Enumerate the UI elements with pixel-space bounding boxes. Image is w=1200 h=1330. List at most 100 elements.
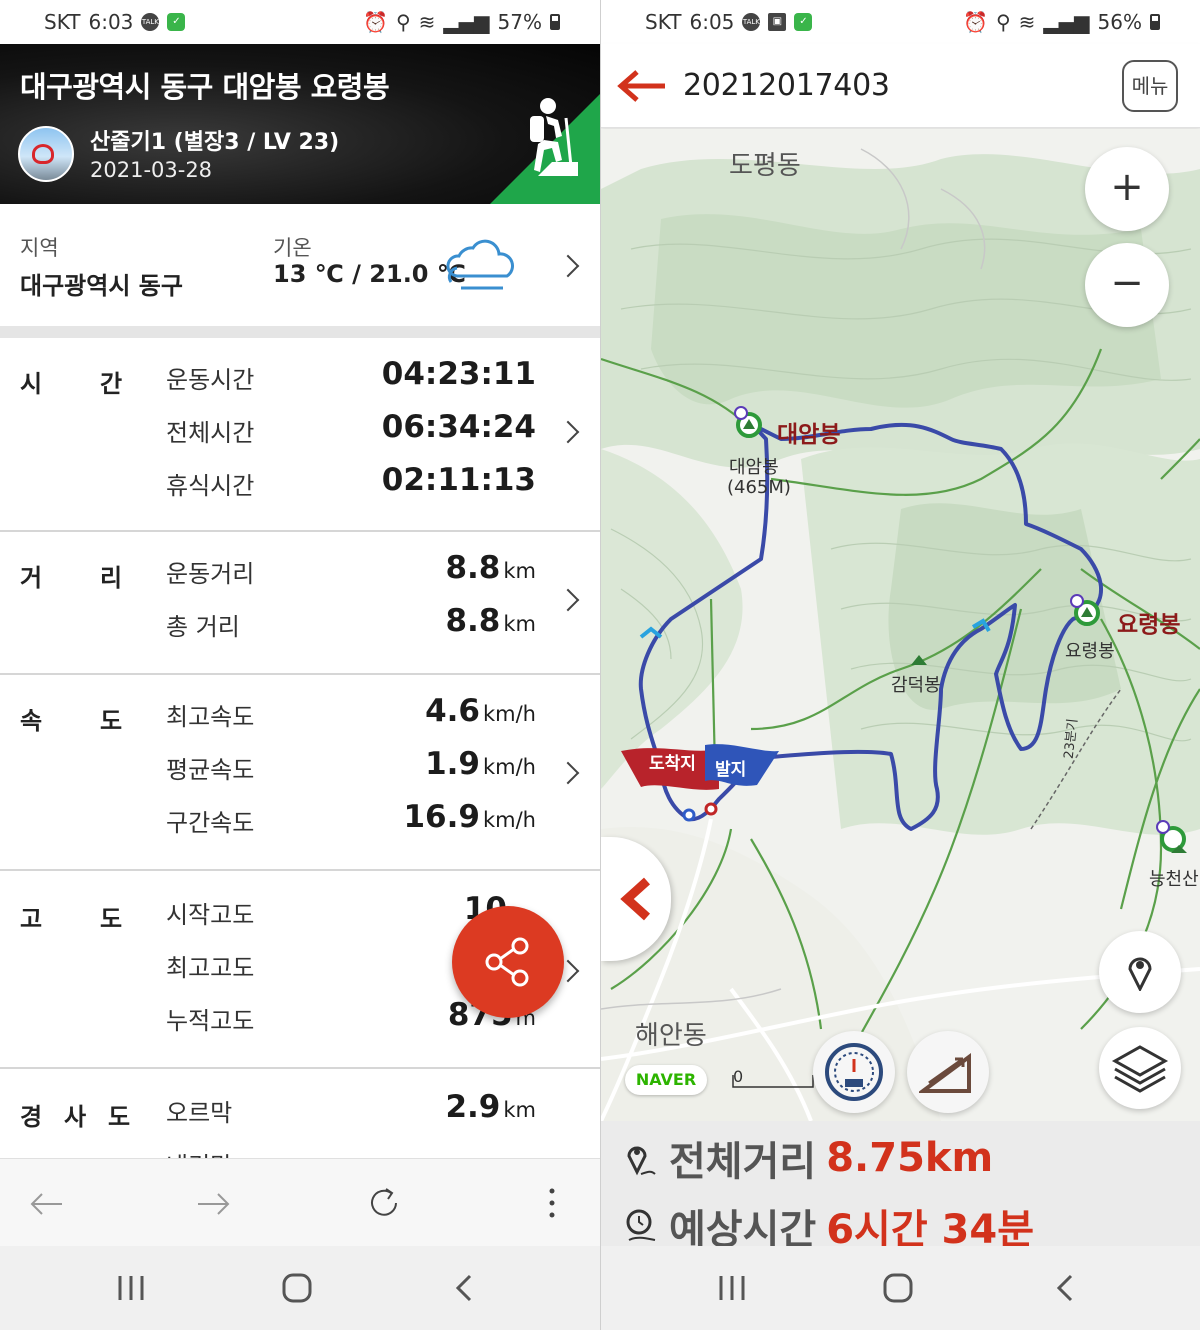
stat-value: 8.8 km: [445, 550, 536, 586]
home-icon[interactable]: [280, 1272, 314, 1304]
stat-label: 누적고도: [166, 1007, 255, 1035]
location-icon: ⚲: [395, 10, 411, 34]
stat-label: 오르막: [166, 1099, 233, 1127]
app-leaf-icon: ✓: [794, 13, 813, 31]
battery-icon: [550, 14, 560, 30]
share-icon: [485, 937, 529, 987]
divider: [0, 326, 600, 338]
stat-label: 휴식시간: [166, 472, 255, 500]
route-pin-icon: [627, 1146, 656, 1176]
map-layers-button[interactable]: [1099, 1027, 1181, 1109]
wifi-icon: ≋: [1018, 10, 1036, 34]
avatar[interactable]: [18, 126, 74, 182]
region-value: 대구광역시 동구: [20, 272, 183, 300]
total-distance-value: 8.75km: [826, 1135, 994, 1181]
stat-label: 전체시간: [166, 419, 255, 447]
area-label: 해안동: [635, 1021, 707, 1051]
stat-value: 1.9 km/h: [425, 746, 536, 782]
zoom-in-button[interactable]: +: [1085, 147, 1169, 231]
stat-label: 평균속도: [166, 756, 255, 784]
stat-label: 운동거리: [166, 560, 255, 588]
peak-name: 대암봉: [729, 457, 779, 478]
section-speed[interactable]: 속 도 최고속도 4.6 km/h 평균속도 1.9 km/h 구간속도 16.9 km/h: [0, 675, 600, 871]
left-screen: SKT 6:03 TALK ✓ ⏰ ⚲ ≋ ▂▄▆ 57% 대구광역시 동구 대…: [0, 0, 600, 1330]
user-level: 산줄기1 (별장3 / LV 23): [90, 130, 340, 155]
total-distance-label: 전체거리: [669, 1139, 817, 1185]
zoom-out-button[interactable]: −: [1085, 243, 1169, 327]
naver-logo: NAVER: [625, 1065, 707, 1095]
stat-value: 02:11:13: [381, 462, 536, 498]
stat-value: 4.6 km/h: [425, 693, 536, 729]
alarm-icon: ⏰: [963, 10, 988, 34]
cloud-icon: [446, 239, 514, 290]
signal-icon: ▂▄▆: [1043, 10, 1090, 34]
hike-date: 2021-03-28: [90, 158, 213, 182]
peak-label: 대암봉: [777, 422, 841, 448]
clock-pin-icon: [626, 1209, 656, 1241]
stat-value: 8.8 km: [445, 603, 536, 639]
stat-value: 16.9 km/h: [403, 799, 536, 835]
peak-label: 요령봉: [1117, 612, 1181, 638]
status-bar: SKT 6:05 TALK ▣ ✓ ⏰ ⚲ ≋ ▂▄▆ 56%: [601, 0, 1200, 44]
my-location-button[interactable]: [1099, 931, 1181, 1013]
battery-icon: [1150, 14, 1160, 30]
carrier-text: SKT: [645, 10, 682, 34]
route-map[interactable]: 도평동 해안동 대암봉 대암봉 (465M) 요령봉 요령봉 감덕봉 능천산 2…: [601, 129, 1200, 1121]
track-id-title: 20212017403: [683, 68, 890, 103]
back-icon[interactable]: [1049, 1272, 1083, 1304]
speedometer-button[interactable]: [813, 1031, 895, 1113]
scale-bar-label: 0: [733, 1067, 744, 1086]
departure-flag-label: 발지: [715, 760, 747, 780]
stat-value: 06:34:24: [381, 409, 536, 445]
region-weather-row[interactable]: 지역 대구광역시 동구 기온 13 ℃ / 21.0 ℃: [0, 204, 600, 326]
system-nav-bar: [601, 1246, 1200, 1330]
gallery-icon: ▣: [768, 13, 787, 31]
carrier-text: SKT: [44, 10, 81, 34]
share-button[interactable]: [452, 906, 564, 1018]
hiker-icon: [530, 98, 578, 177]
battery-percent: 57%: [497, 10, 542, 34]
layers-icon: [1111, 1045, 1169, 1093]
stat-value: 2.9 km: [445, 1089, 536, 1125]
forward-arrow-icon[interactable]: [196, 1189, 232, 1219]
recent-apps-icon[interactable]: [114, 1272, 148, 1304]
stat-label: 최고고도: [166, 954, 255, 982]
status-bar: SKT 6:03 TALK ✓ ⏰ ⚲ ≋ ▂▄▆ 57%: [0, 0, 600, 44]
stat-label: 시작고도: [166, 901, 255, 929]
slope-icon: [919, 1053, 971, 1093]
back-icon[interactable]: [448, 1272, 482, 1304]
kakaotalk-icon: TALK: [141, 13, 160, 31]
back-arrow-icon[interactable]: [615, 68, 667, 104]
temperature-value: 13 ℃ / 21.0 ℃: [273, 260, 466, 288]
arrival-flag-label: 도착지: [649, 754, 696, 774]
chevron-left-icon: [620, 877, 651, 921]
peak-name: 감덕봉: [891, 675, 941, 696]
signal-icon: ▂▄▆: [443, 10, 490, 34]
peak-elevation: (465M): [727, 477, 791, 498]
section-time[interactable]: 시 간 운동시간 04:23:11 전체시간 06:34:24 휴식시간 02:11:…: [0, 338, 600, 532]
home-icon[interactable]: [881, 1272, 915, 1304]
kakaotalk-icon: TALK: [742, 13, 761, 31]
battery-percent: 56%: [1097, 10, 1142, 34]
stat-label: 총 거리: [166, 613, 240, 641]
back-arrow-icon[interactable]: [28, 1189, 64, 1219]
region-label: 지역: [20, 236, 59, 260]
stat-label: 구간속도: [166, 809, 255, 837]
browser-toolbar: [0, 1158, 600, 1246]
chevron-right-icon: [556, 254, 580, 278]
wifi-icon: ≋: [418, 10, 436, 34]
more-options-icon[interactable]: [544, 1185, 560, 1221]
refresh-icon[interactable]: [364, 1183, 404, 1223]
temperature-label: 기온: [273, 236, 312, 260]
section-distance[interactable]: 거 리 운동거리 8.8 km 총 거리 8.8 km: [0, 532, 600, 675]
recent-apps-icon[interactable]: [715, 1272, 749, 1304]
peak-name: 능천산: [1149, 869, 1199, 890]
elevation-profile-button[interactable]: [907, 1031, 989, 1113]
route-summary: 전체거리 8.75km 예상시간 6시간 34분: [601, 1121, 1200, 1253]
menu-button[interactable]: 메뉴: [1122, 60, 1178, 112]
stat-label: 최고속도: [166, 703, 255, 731]
system-nav-bar: [0, 1246, 600, 1330]
clock-text: 6:03: [88, 10, 134, 34]
location-pin-icon: [1128, 957, 1152, 991]
hike-header: 대구광역시 동구 대암봉 요령봉 산줄기1 (별장3 / LV 23) 2021…: [0, 44, 600, 204]
